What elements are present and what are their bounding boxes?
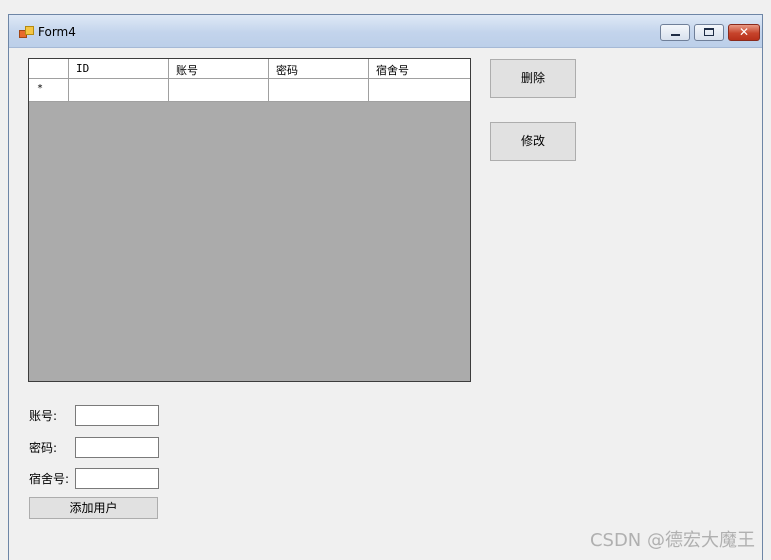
- column-header-id[interactable]: ID: [69, 59, 169, 79]
- column-header-password[interactable]: 密码: [269, 59, 369, 79]
- app-icon[interactable]: [19, 26, 34, 38]
- column-header-account[interactable]: 账号: [169, 59, 269, 79]
- minimize-icon: [671, 34, 680, 36]
- grid-new-row[interactable]: *: [29, 79, 470, 102]
- column-header-dorm[interactable]: 宿舍号: [369, 59, 470, 79]
- password-label: 密码:: [29, 441, 58, 455]
- window-title: Form4: [38, 25, 76, 39]
- account-label: 账号:: [29, 409, 58, 423]
- add-user-button[interactable]: 添加用户: [29, 497, 158, 519]
- new-row-account-cell[interactable]: [169, 79, 269, 101]
- users-data-grid[interactable]: ID 账号 密码 宿舍号 *: [28, 58, 471, 382]
- title-bar[interactable]: Form4 ✕: [9, 15, 762, 48]
- new-row-marker[interactable]: *: [29, 79, 69, 101]
- account-input[interactable]: [75, 405, 159, 426]
- dorm-input[interactable]: [75, 468, 159, 489]
- app-window: Form4 ✕ ID 账号 密码 宿舍号 * 删除 修改 账号: 密码: 宿舍号…: [8, 14, 763, 560]
- minimize-button[interactable]: [660, 24, 690, 41]
- close-icon: ✕: [738, 25, 750, 39]
- new-row-dorm-cell[interactable]: [369, 79, 470, 101]
- watermark: CSDN @德宏大魔王: [589, 530, 755, 551]
- edit-button[interactable]: 修改: [490, 122, 576, 161]
- password-input[interactable]: [75, 437, 159, 458]
- maximize-icon: [704, 28, 714, 36]
- close-button[interactable]: ✕: [728, 24, 760, 41]
- new-row-password-cell[interactable]: [269, 79, 369, 101]
- form-client-area: ID 账号 密码 宿舍号 * 删除 修改 账号: 密码: 宿舍号: 添加用户: [9, 48, 762, 560]
- grid-corner-header[interactable]: [29, 59, 69, 79]
- delete-button[interactable]: 删除: [490, 59, 576, 98]
- grid-header-row: ID 账号 密码 宿舍号: [29, 59, 470, 79]
- dorm-label: 宿舍号:: [29, 472, 70, 486]
- maximize-button[interactable]: [694, 24, 724, 41]
- new-row-id-cell[interactable]: [69, 79, 169, 101]
